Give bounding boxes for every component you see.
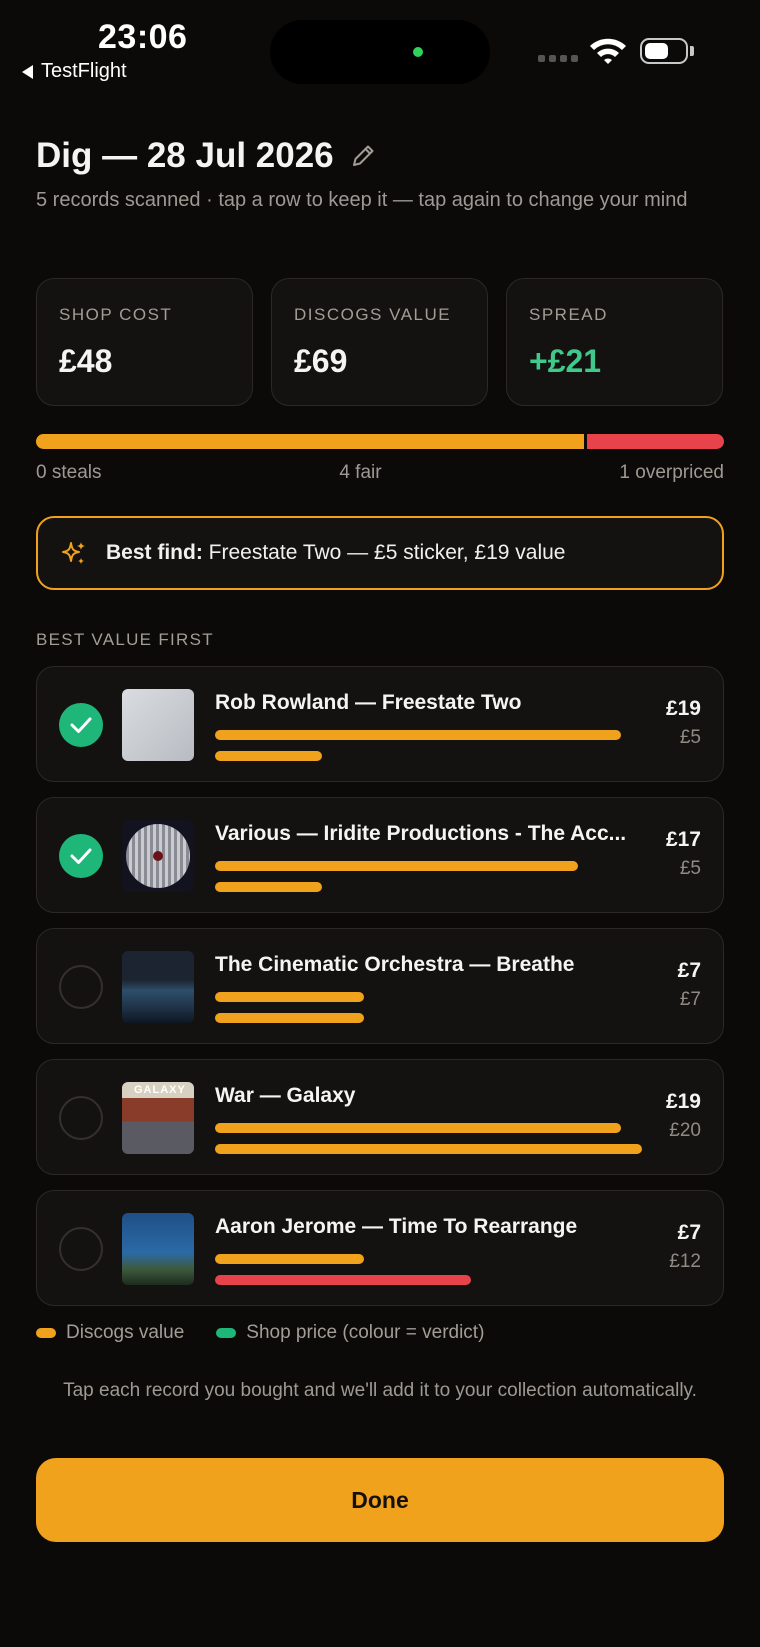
- verdict-fair-label: 4 fair: [339, 462, 382, 483]
- page-subtitle: 5 records scanned · tap a row to keep it…: [36, 189, 688, 211]
- shop-price-bar: [215, 882, 322, 892]
- shop-price-bar: [215, 1275, 472, 1285]
- legend-swatch-shop: [216, 1328, 237, 1338]
- shop-price: £5: [679, 727, 701, 748]
- stat-label: SHOP COST: [59, 305, 173, 324]
- legend-swatch-discogs: [36, 1328, 56, 1338]
- camera-indicator-icon: [413, 47, 423, 57]
- stat-card-spread: SPREAD +£21: [506, 278, 723, 406]
- shop-price: £5: [679, 858, 701, 879]
- chart-legend: Discogs value Shop price (colour = verdi…: [36, 1322, 484, 1344]
- discogs-value: £7: [677, 959, 701, 982]
- verdict-bar-overpriced-segment: [587, 434, 724, 449]
- album-cover-image: GALAXY: [122, 1082, 194, 1154]
- record-title: War — Galaxy: [215, 1084, 356, 1107]
- shop-price-bar: [215, 1144, 642, 1154]
- discogs-value-bar: [215, 861, 578, 871]
- checkmark-icon: [70, 717, 92, 733]
- pencil-edit-icon[interactable]: [350, 143, 376, 169]
- keep-checkbox[interactable]: [59, 1227, 103, 1271]
- footnote-text: Tap each record you bought and we'll add…: [63, 1380, 697, 1401]
- cover-text: GALAXY: [134, 1084, 186, 1096]
- checkmark-icon: [70, 848, 92, 864]
- verdict-distribution-bar: [36, 434, 724, 449]
- verdict-bar-fair-segment: [36, 434, 584, 449]
- back-to-app-button[interactable]: TestFlight: [22, 60, 127, 83]
- discogs-value-bar: [215, 1254, 365, 1264]
- keep-checkbox[interactable]: [59, 834, 103, 878]
- record-row[interactable]: Rob Rowland — Freestate Two £19 £5: [36, 666, 724, 782]
- shop-price: £12: [669, 1251, 701, 1272]
- record-row[interactable]: The Cinematic Orchestra — Breathe £7 £7: [36, 928, 724, 1044]
- discogs-value-bar: [215, 992, 365, 1002]
- keep-checkbox[interactable]: [59, 1096, 103, 1140]
- discogs-value-bar: [215, 730, 621, 740]
- stat-card-shop-cost: SHOP COST £48: [36, 278, 253, 406]
- signal-icon: [538, 55, 578, 62]
- keep-checkbox[interactable]: [59, 703, 103, 747]
- stat-label: DISCOGS VALUE: [294, 305, 452, 324]
- stat-value: +£21: [529, 343, 602, 379]
- page-title: Dig — 28 Jul 2026: [36, 136, 334, 175]
- sparkle-icon: [62, 542, 85, 564]
- shop-price-bar: [215, 1013, 365, 1023]
- dynamic-island: [270, 20, 490, 84]
- shop-price: £20: [669, 1120, 701, 1141]
- back-app-label: TestFlight: [41, 60, 127, 82]
- record-row[interactable]: Aaron Jerome — Time To Rearrange £7 £12: [36, 1190, 724, 1306]
- shop-price: £7: [679, 989, 701, 1010]
- legend-shop-label: Shop price (colour = verdict): [246, 1322, 485, 1343]
- verdict-steals-label: 0 steals: [36, 462, 102, 483]
- keep-checkbox[interactable]: [59, 965, 103, 1009]
- record-row[interactable]: GALAXY War — Galaxy £19 £20: [36, 1059, 724, 1175]
- best-find-label: Best find:: [106, 541, 203, 564]
- discogs-value-bar: [215, 1123, 621, 1133]
- section-label: BEST VALUE FIRST: [36, 630, 214, 649]
- record-list: Rob Rowland — Freestate Two £19 £5 Vario…: [36, 666, 724, 1321]
- album-cover-image: [122, 820, 194, 892]
- back-arrow-icon: [22, 64, 33, 79]
- discogs-value: £19: [665, 1090, 701, 1113]
- discogs-value: £19: [665, 697, 701, 720]
- status-time: 23:06: [98, 18, 188, 56]
- legend-discogs-label: Discogs value: [66, 1322, 185, 1343]
- record-title: Aaron Jerome — Time To Rearrange: [215, 1215, 578, 1238]
- verdict-overpriced-label: 1 overpriced: [619, 462, 724, 483]
- stat-value: £69: [294, 343, 348, 379]
- stat-label: SPREAD: [529, 305, 608, 324]
- record-title: Various — Iridite Productions - The Acc.…: [215, 822, 627, 845]
- record-title: Rob Rowland — Freestate Two: [215, 691, 522, 714]
- best-find-banner: Best find: Freestate Two — £5 sticker, £…: [36, 516, 724, 590]
- album-cover-image: [122, 951, 194, 1023]
- stats-row: SHOP COST £48 DISCOGS VALUE £69 SPREAD +…: [36, 278, 723, 406]
- shop-price-bar: [215, 751, 322, 761]
- record-title: The Cinematic Orchestra — Breathe: [215, 953, 575, 976]
- discogs-value: £7: [677, 1221, 701, 1244]
- best-find-text: Freestate Two — £5 sticker, £19 value: [208, 541, 566, 564]
- stat-card-discogs-value: DISCOGS VALUE £69: [271, 278, 488, 406]
- record-row[interactable]: Various — Iridite Productions - The Acc.…: [36, 797, 724, 913]
- album-cover-image: [122, 1213, 194, 1285]
- battery-icon: [640, 38, 688, 64]
- done-button[interactable]: Done: [36, 1458, 724, 1542]
- album-cover-image: [122, 689, 194, 761]
- wifi-icon: [590, 38, 626, 64]
- stat-value: £48: [59, 343, 113, 379]
- discogs-value: £17: [665, 828, 701, 851]
